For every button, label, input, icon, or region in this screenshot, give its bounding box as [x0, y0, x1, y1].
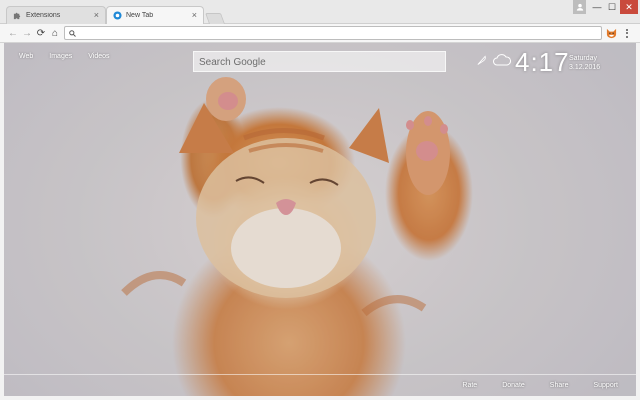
- date-label: 3.12.2016: [569, 64, 601, 71]
- tab-extensions[interactable]: Extensions ×: [6, 6, 106, 24]
- clock-time: 4:17: [515, 47, 570, 77]
- home-button[interactable]: ⌂: [49, 27, 61, 39]
- day-label: Saturday: [569, 55, 598, 62]
- search-box[interactable]: [193, 51, 446, 72]
- tab-close-icon[interactable]: ×: [94, 11, 99, 20]
- forward-button[interactable]: →: [21, 27, 33, 39]
- browser-toolbar: ← → ⟳ ⌂: [0, 24, 640, 43]
- feather-icon[interactable]: [476, 53, 487, 71]
- rate-link[interactable]: Rate: [462, 382, 477, 389]
- kitten-background-image: [121, 77, 450, 317]
- new-tab-button[interactable]: [204, 13, 226, 24]
- reload-button[interactable]: ⟳: [35, 27, 47, 39]
- address-bar[interactable]: [64, 26, 602, 40]
- search-icon: [69, 24, 76, 42]
- back-button[interactable]: ←: [7, 27, 19, 39]
- nav-web-link[interactable]: Web: [19, 53, 33, 60]
- donate-link[interactable]: Donate: [502, 382, 525, 389]
- date-display: Saturday 3.12.2016: [569, 54, 600, 72]
- search-input[interactable]: [194, 53, 445, 72]
- new-tab-page: Web Images Videos 4:17 Saturday 3.12.201…: [4, 43, 636, 396]
- close-window-button[interactable]: ✕: [620, 0, 638, 14]
- minimize-button[interactable]: —: [590, 0, 604, 14]
- share-link[interactable]: Share: [550, 382, 569, 389]
- user-profile-icon[interactable]: [573, 0, 586, 14]
- tab-favicon-icon: [113, 11, 122, 20]
- more-menu-icon[interactable]: [622, 27, 632, 39]
- weather-widget[interactable]: [476, 53, 511, 71]
- footer-links: Rate Donate Share Support: [4, 374, 636, 396]
- cloud-icon: [493, 53, 511, 71]
- nav-images-link[interactable]: Images: [49, 53, 72, 60]
- support-link[interactable]: Support: [593, 382, 618, 389]
- tab-new-tab[interactable]: New Tab ×: [106, 6, 204, 24]
- tab-label: New Tab: [126, 12, 154, 19]
- tab-close-icon[interactable]: ×: [192, 11, 197, 20]
- search-type-nav: Web Images Videos: [19, 53, 110, 60]
- address-input[interactable]: [79, 27, 601, 39]
- nav-videos-link[interactable]: Videos: [88, 53, 109, 60]
- tab-label: Extensions: [26, 12, 61, 19]
- maximize-button[interactable]: ☐: [605, 0, 619, 14]
- fox-extension-icon[interactable]: [605, 27, 617, 39]
- puzzle-icon: [13, 11, 22, 20]
- title-bar: Extensions × New Tab × — ☐ ✕: [0, 0, 640, 24]
